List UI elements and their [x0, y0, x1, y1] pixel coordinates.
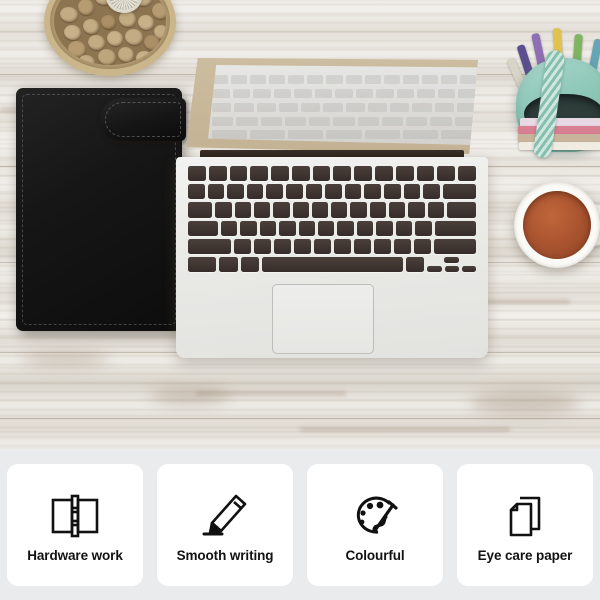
laptop-base — [176, 157, 488, 358]
product-image: Hardware work Smooth writing Colourful E… — [0, 0, 600, 600]
keyboard-row-numbers — [188, 184, 476, 200]
feature-card-colourful: Colourful — [307, 463, 443, 586]
nut — [88, 35, 105, 50]
feature-card-hardware-work: Hardware work — [7, 463, 143, 586]
keyboard-row-function — [188, 166, 476, 182]
bowl-interior — [54, 0, 166, 65]
laptop-lid — [186, 58, 478, 154]
wood-grain-streak — [300, 428, 510, 431]
feature-label: Colourful — [345, 548, 405, 563]
coffee-mug — [514, 182, 600, 268]
laptop — [176, 58, 488, 358]
nut — [64, 25, 81, 40]
arrow-key-cluster — [427, 256, 476, 273]
wood-plank-line — [0, 418, 600, 419]
nut — [107, 31, 123, 46]
feature-label: Smooth writing — [176, 548, 274, 563]
notebook-edge — [518, 134, 600, 142]
nut — [78, 0, 94, 15]
keyboard-row-home — [188, 220, 476, 236]
succulent-plant — [106, 0, 142, 13]
laptop-keyboard — [188, 166, 477, 273]
notebook-clasp — [100, 98, 186, 141]
wood-smudge — [20, 352, 110, 366]
feature-strip: Hardware work Smooth writing Colourful E… — [0, 449, 600, 600]
paint-palette-icon — [344, 486, 406, 546]
nut — [78, 55, 95, 65]
nut — [101, 15, 116, 29]
nut — [83, 19, 99, 34]
feature-card-eye-care-paper: Eye care paper — [457, 463, 593, 586]
wood-smudge — [470, 392, 580, 414]
nut — [60, 7, 78, 22]
product-photo — [0, 0, 600, 449]
nut — [119, 11, 136, 27]
notebook-edge — [518, 126, 600, 134]
nut — [152, 3, 166, 19]
feature-label: Hardware work — [27, 548, 123, 563]
keyboard-row-zxcv — [188, 238, 476, 254]
keyboard-row-qwerty — [188, 202, 477, 218]
pencil-pouch — [506, 27, 600, 159]
laptop-trackpad — [272, 284, 374, 354]
bowl-rim — [50, 0, 170, 69]
nut — [136, 51, 153, 65]
nut — [118, 47, 134, 62]
feature-card-smooth-writing: Smooth writing — [157, 463, 293, 586]
mug-body — [514, 182, 600, 268]
feature-label: Eye care paper — [477, 548, 573, 563]
pencil-icon — [194, 486, 256, 546]
laptop-screen — [208, 65, 478, 145]
paper-sheets-icon — [494, 486, 556, 546]
nut — [125, 29, 143, 45]
nut — [98, 49, 116, 65]
tea-surface — [523, 191, 591, 259]
notebook-binder-icon — [44, 486, 106, 546]
nut — [144, 35, 160, 50]
nut — [138, 15, 154, 30]
notebook-edge — [519, 142, 600, 150]
keyboard-row-space — [188, 256, 476, 273]
wood-smudge — [150, 388, 230, 404]
